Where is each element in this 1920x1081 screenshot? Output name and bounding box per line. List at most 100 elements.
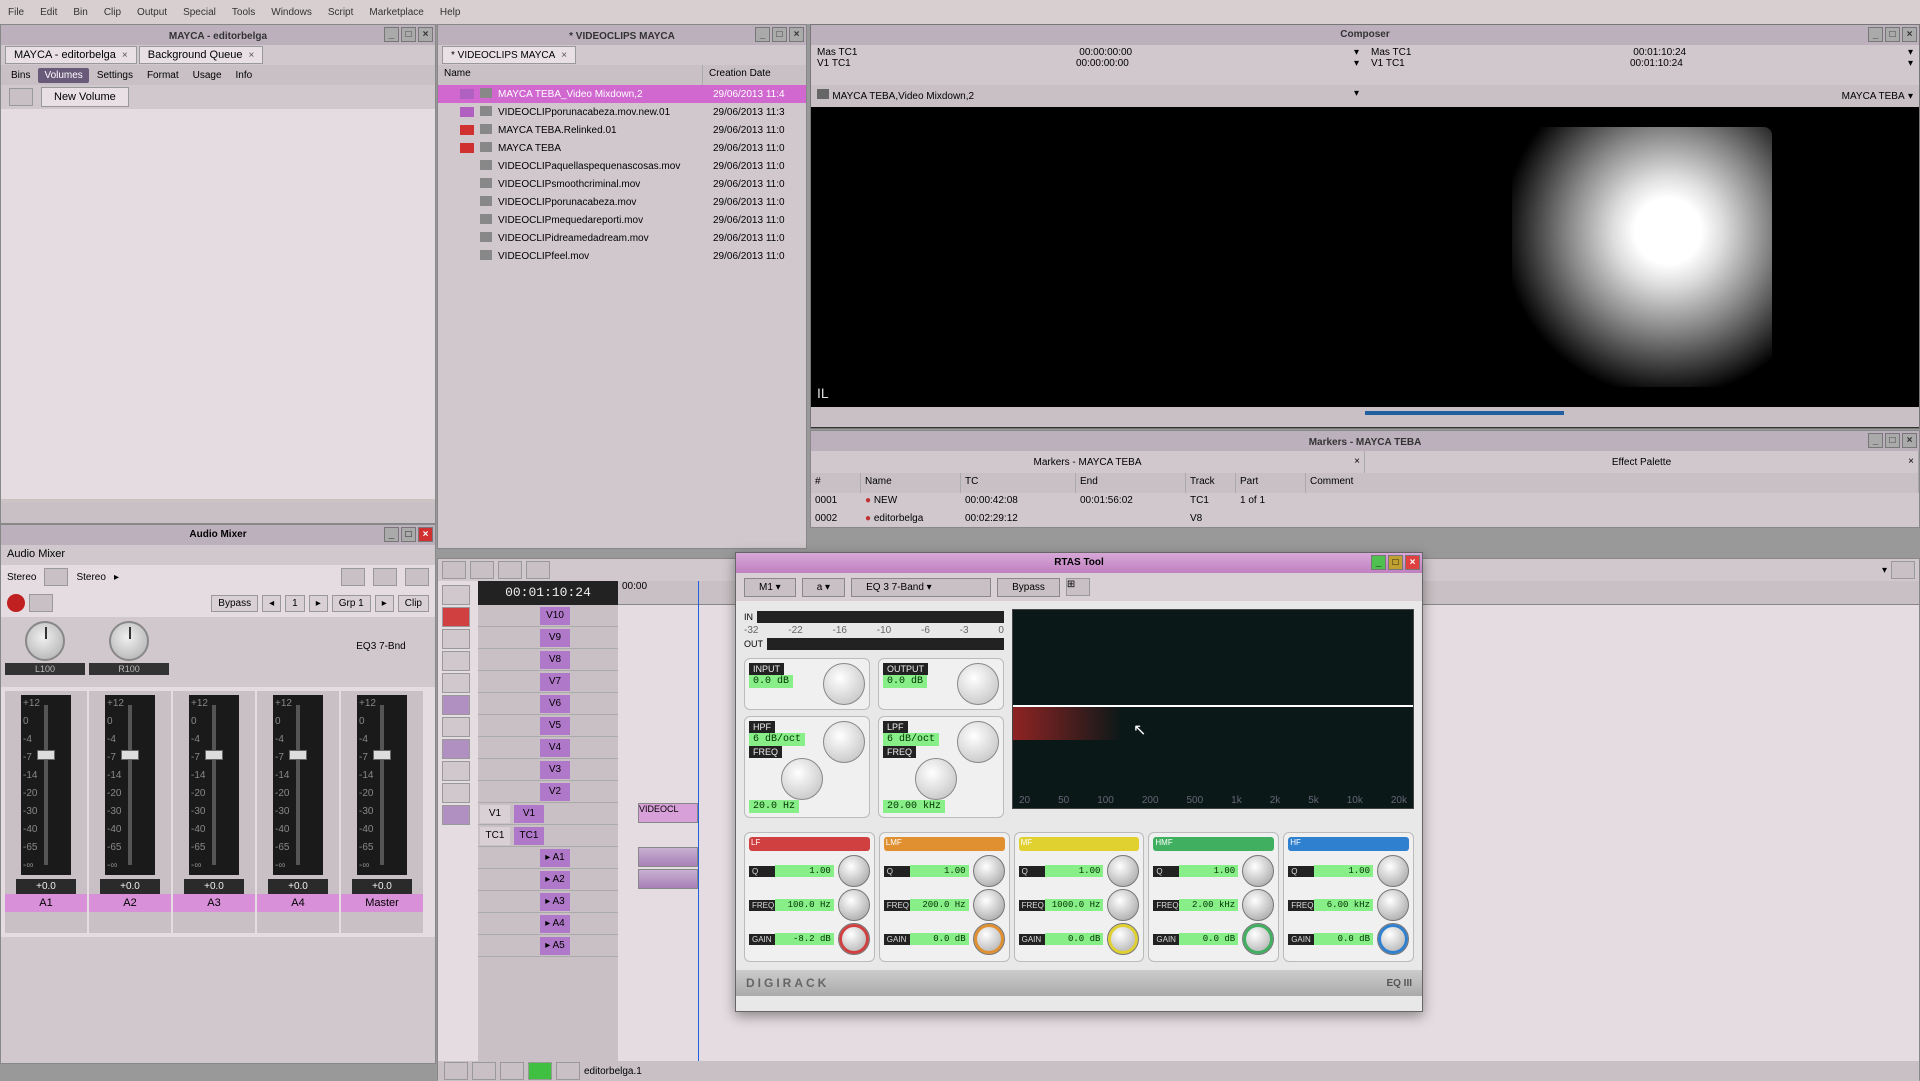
level-value[interactable]: +0.0 [16, 879, 76, 894]
min-icon[interactable]: _ [384, 27, 399, 42]
mixer-icon[interactable] [341, 568, 365, 586]
min-icon[interactable]: _ [1868, 433, 1883, 448]
menu-tools[interactable]: Tools [232, 7, 255, 18]
composer-position-bar[interactable] [811, 407, 1919, 427]
group-next[interactable]: ▸ [375, 595, 394, 612]
tool-icon[interactable] [442, 651, 470, 671]
tool-icon[interactable] [442, 739, 470, 759]
max-icon[interactable]: □ [401, 27, 416, 42]
min-icon[interactable]: _ [384, 527, 399, 542]
chevron-down-icon[interactable]: ▾ [1354, 47, 1359, 58]
tl-icon[interactable] [556, 1062, 580, 1080]
min-icon[interactable]: _ [1371, 555, 1386, 570]
level-value[interactable]: +0.0 [268, 879, 328, 894]
bypass-button[interactable]: Bypass [997, 578, 1060, 597]
fader[interactable] [37, 750, 55, 760]
record-viewer[interactable] [1365, 107, 1919, 407]
tool-icon[interactable] [442, 783, 470, 803]
track-selector[interactable]: ▸ A3 [540, 893, 570, 911]
bin-row[interactable]: MAYCA TEBA_Video Mixdown,229/06/2013 11:… [438, 85, 806, 103]
track-selector[interactable]: V5 [540, 717, 570, 735]
strip-name[interactable]: A2 [89, 894, 171, 912]
tool-icon[interactable] [442, 761, 470, 781]
volume-view-icon[interactable] [9, 88, 33, 106]
bin-tab[interactable]: * VIDEOCLIPS MAYCA× [442, 46, 576, 64]
chevron-down-icon[interactable]: ▾ [1354, 58, 1359, 69]
pan-knob-right[interactable] [109, 621, 149, 661]
strip-name[interactable]: A3 [173, 894, 255, 912]
hpf-freq-knob[interactable] [781, 758, 823, 800]
track-selector[interactable]: ▸ A5 [540, 937, 570, 955]
menu-clip[interactable]: Clip [104, 7, 121, 18]
close-icon[interactable]: × [1405, 555, 1420, 570]
tl-view-icon[interactable] [498, 561, 522, 579]
insert-dropdown[interactable]: a ▾ [802, 578, 845, 597]
tl-icon[interactable] [528, 1062, 552, 1080]
max-icon[interactable]: □ [401, 527, 416, 542]
fader[interactable] [121, 750, 139, 760]
tool-segment-icon[interactable] [442, 695, 470, 715]
bin-row[interactable]: VIDEOCLIPaquellaspequenascosas.mov29/06/… [438, 157, 806, 175]
close-icon[interactable]: × [1902, 433, 1917, 448]
menu-windows[interactable]: Windows [271, 7, 312, 18]
max-icon[interactable]: □ [1885, 27, 1900, 42]
fader[interactable] [373, 750, 391, 760]
bin-row[interactable]: MAYCA TEBA.Relinked.0129/06/2013 11:0 [438, 121, 806, 139]
tool-icon[interactable] [442, 585, 470, 605]
q-knob[interactable] [1377, 855, 1409, 887]
gain-knob[interactable] [1107, 923, 1139, 955]
chevron-down-icon[interactable]: ▾ [1908, 91, 1913, 102]
track-selector[interactable]: ▸ A4 [540, 915, 570, 933]
bin-row[interactable]: VIDEOCLIPfeel.mov29/06/2013 11:0 [438, 247, 806, 265]
mixer-tab[interactable]: Audio Mixer [1, 545, 435, 565]
tl-icon[interactable] [444, 1062, 468, 1080]
mixer-icon[interactable] [373, 568, 397, 586]
level-value[interactable]: +0.0 [100, 879, 160, 894]
tl-icon[interactable] [500, 1062, 524, 1080]
tool-record-icon[interactable] [442, 607, 470, 627]
track-selector[interactable]: V7 [540, 673, 570, 691]
tool-icon[interactable] [442, 629, 470, 649]
subtab-usage[interactable]: Usage [187, 68, 228, 83]
clip-audio[interactable] [638, 869, 698, 889]
max-icon[interactable]: □ [1388, 555, 1403, 570]
freq-knob[interactable] [973, 889, 1005, 921]
pan-knob-left[interactable] [25, 621, 65, 661]
track-selector[interactable]: V4 [540, 739, 570, 757]
stereo-toggle[interactable] [44, 568, 68, 586]
group-button[interactable]: Grp 1 [332, 595, 371, 612]
chevron-down-icon[interactable]: ▾ [1908, 58, 1913, 69]
chevron-down-icon[interactable]: ▾ [1354, 88, 1359, 99]
output-knob[interactable] [957, 663, 999, 705]
subtab-format[interactable]: Format [141, 68, 185, 83]
tool-icon[interactable] [442, 673, 470, 693]
freq-knob[interactable] [1107, 889, 1139, 921]
q-knob[interactable] [838, 855, 870, 887]
hpf-slope-knob[interactable] [823, 721, 865, 763]
track-selector[interactable]: V6 [540, 695, 570, 713]
subtab-volumes[interactable]: Volumes [38, 68, 88, 83]
project-tab[interactable]: Background Queue× [139, 46, 264, 64]
play-icon[interactable]: ▸ [114, 572, 119, 583]
close-icon[interactable]: × [561, 50, 567, 61]
bin-row[interactable]: VIDEOCLIPporunacabeza.mov.new.0129/06/20… [438, 103, 806, 121]
settings-icon[interactable]: ⊞ [1066, 578, 1090, 596]
page-next[interactable]: ▸ [309, 595, 328, 612]
col-name[interactable]: Name [438, 65, 703, 85]
tl-icon[interactable] [1891, 561, 1915, 579]
track-selector[interactable]: V2 [540, 783, 570, 801]
close-icon[interactable]: × [122, 50, 128, 61]
src-tc1[interactable]: TC1 [480, 827, 510, 845]
marker-row[interactable]: 0001● NEW00:00:42:0800:01:56:02TC11 of 1 [811, 493, 1919, 511]
record-button[interactable] [7, 594, 25, 612]
clip-button[interactable]: Clip [398, 595, 429, 612]
tl-view-icon[interactable] [442, 561, 466, 579]
src-v1[interactable]: V1 [480, 805, 510, 823]
q-knob[interactable] [973, 855, 1005, 887]
subtab-info[interactable]: Info [230, 68, 259, 83]
subtab-settings[interactable]: Settings [91, 68, 139, 83]
close-icon[interactable]: × [1902, 27, 1917, 42]
track-selector[interactable]: ▸ A2 [540, 871, 570, 889]
tl-icon[interactable] [472, 1062, 496, 1080]
page-prev[interactable]: ◂ [262, 595, 281, 612]
